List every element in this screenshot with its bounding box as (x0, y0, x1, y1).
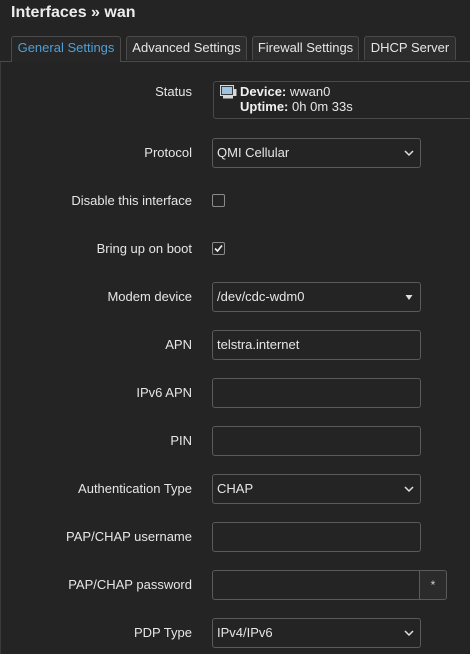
disable-interface-row: Disable this interface (0, 186, 470, 216)
checkmark-icon (214, 244, 223, 253)
pap-chap-password-row: PAP/CHAP password * (0, 570, 470, 600)
ipv6-apn-row: IPv6 APN (0, 378, 470, 408)
disable-interface-label: Disable this interface (71, 193, 192, 208)
tab-advanced-settings[interactable]: Advanced Settings (126, 36, 247, 60)
caret-down-icon (405, 295, 413, 300)
auth-type-row: Authentication Type CHAP (0, 474, 470, 504)
chevron-down-icon (404, 486, 414, 493)
status-box: Device: wwan0 Uptime: 0h 0m 33s (213, 81, 470, 119)
tab-general-settings[interactable]: General Settings (11, 36, 121, 62)
pap-chap-username-label: PAP/CHAP username (66, 529, 192, 544)
pdp-type-select[interactable]: IPv4/IPv6 (212, 618, 421, 648)
pap-chap-password-input[interactable] (212, 570, 420, 600)
bring-up-on-boot-checkbox[interactable] (212, 242, 225, 255)
protocol-row: Protocol QMI Cellular (0, 138, 470, 168)
bring-up-on-boot-row: Bring up on boot (0, 234, 470, 264)
chevron-down-icon (404, 630, 414, 637)
network-device-icon (220, 85, 237, 99)
pin-input[interactable] (212, 426, 421, 456)
device-key: Device: (240, 84, 287, 99)
uptime-key: Uptime: (240, 99, 289, 114)
auth-type-value: CHAP (217, 481, 254, 496)
protocol-label: Protocol (144, 145, 192, 160)
reveal-password-button[interactable]: * (419, 570, 447, 600)
uptime-value: 0h 0m 33s (292, 99, 353, 114)
auth-type-label: Authentication Type (78, 481, 192, 496)
protocol-select[interactable]: QMI Cellular (212, 138, 421, 168)
pdp-type-row: PDP Type IPv4/IPv6 (0, 618, 470, 648)
apn-input[interactable]: telstra.internet (212, 330, 421, 360)
modem-device-value: /dev/cdc-wdm0 (217, 289, 305, 304)
disable-interface-checkbox[interactable] (212, 194, 225, 207)
modem-device-label: Modem device (107, 289, 192, 304)
bring-up-on-boot-label: Bring up on boot (96, 241, 192, 256)
tab-bar: General Settings Advanced Settings Firew… (0, 36, 470, 62)
apn-row: APN telstra.internet (0, 330, 470, 360)
device-value: wwan0 (289, 84, 331, 99)
pap-chap-username-input[interactable] (212, 522, 421, 552)
pap-chap-password-label: PAP/CHAP password (68, 577, 192, 592)
modem-device-select[interactable]: /dev/cdc-wdm0 (212, 282, 421, 312)
tab-firewall-settings[interactable]: Firewall Settings (252, 36, 359, 60)
chevron-down-icon (404, 150, 414, 157)
page-title: Interfaces » wan (11, 4, 136, 21)
protocol-value: QMI Cellular (217, 145, 290, 160)
tab-dhcp-server[interactable]: DHCP Server (364, 36, 456, 60)
apn-label: APN (165, 337, 192, 352)
apn-value: telstra.internet (217, 337, 300, 352)
pdp-type-label: PDP Type (133, 625, 192, 640)
pdp-type-value: IPv4/IPv6 (217, 625, 273, 640)
auth-type-select[interactable]: CHAP (212, 474, 421, 504)
ipv6-apn-label: IPv6 APN (136, 385, 192, 400)
ipv6-apn-input[interactable] (212, 378, 421, 408)
pin-row: PIN (0, 426, 470, 456)
modem-device-row: Modem device /dev/cdc-wdm0 (0, 282, 470, 312)
pap-chap-username-row: PAP/CHAP username (0, 522, 470, 552)
pin-label: PIN (170, 433, 192, 448)
status-label: Status (155, 84, 192, 99)
